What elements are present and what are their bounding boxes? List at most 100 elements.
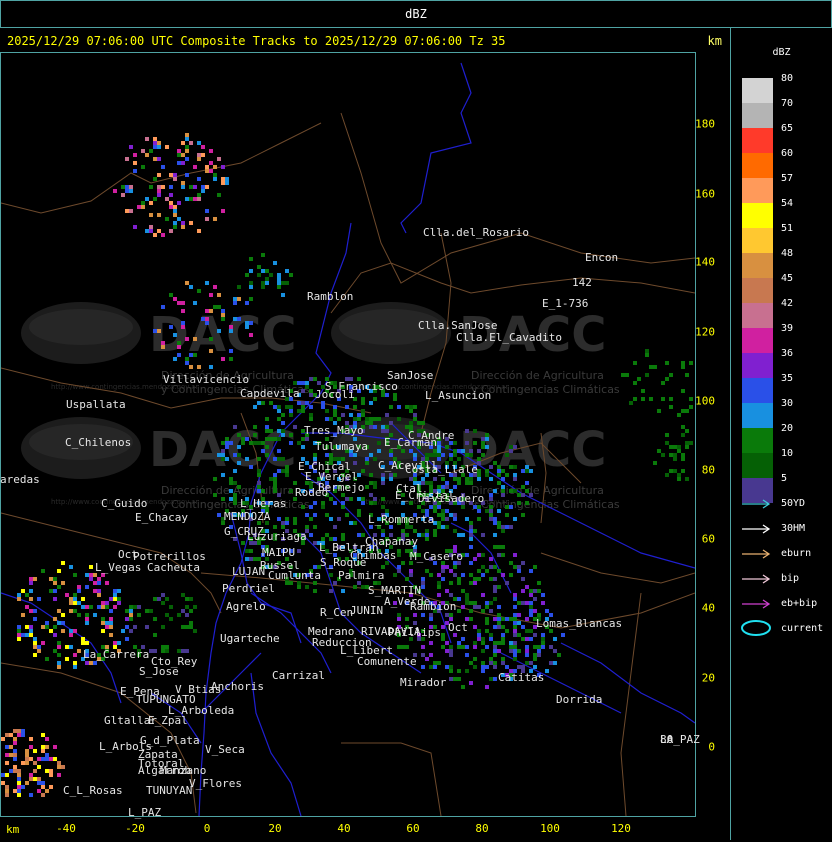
echo-pixel <box>529 605 533 609</box>
echo-pixel <box>293 521 297 525</box>
echo-pixel <box>129 185 133 189</box>
echo-pixel <box>517 569 521 573</box>
echo-pixel <box>625 373 629 377</box>
scale-swatch <box>742 78 773 103</box>
place-label: LUJAN <box>232 565 266 578</box>
echo-pixel <box>481 533 485 537</box>
echo-pixel <box>449 613 453 617</box>
echo-pixel <box>189 221 193 225</box>
echo-pixel <box>129 209 133 213</box>
echo-pixel <box>253 405 257 409</box>
echo-pixel <box>85 605 89 609</box>
echo-pixel <box>373 481 377 485</box>
echo-pixel <box>477 449 481 453</box>
echo-pixel <box>213 217 217 221</box>
echo-pixel <box>445 525 449 529</box>
echo-pixel <box>485 601 489 605</box>
echo-pixel <box>33 749 37 753</box>
echo-pixel <box>13 749 17 753</box>
echo-pixel <box>325 513 329 517</box>
place-label: E_1-736 <box>542 297 589 310</box>
echo-pixel <box>29 589 33 593</box>
echo-pixel <box>41 641 45 645</box>
echo-pixel <box>89 577 93 581</box>
echo-pixel <box>369 481 373 485</box>
echo-pixel <box>5 753 9 757</box>
echo-pixel <box>489 513 493 517</box>
echo-pixel <box>261 441 265 445</box>
echo-pixel <box>521 637 525 641</box>
place-label: Mirador <box>400 676 447 689</box>
track-legend-label: 30HM <box>781 523 806 534</box>
echo-pixel <box>381 425 385 429</box>
echo-pixel <box>641 389 645 393</box>
echo-pixel <box>165 145 169 149</box>
echo-pixel <box>513 605 517 609</box>
place-label: Tres_Mayo <box>304 424 364 437</box>
echo-pixel <box>437 585 441 589</box>
echo-pixel <box>169 325 173 329</box>
echo-pixel <box>41 757 45 761</box>
echo-pixel <box>525 653 529 657</box>
place-label: R_Cen <box>320 606 354 619</box>
place-label: Rambion <box>410 600 457 613</box>
echo-pixel <box>261 401 265 405</box>
echo-pixel <box>29 629 33 633</box>
echo-pixel <box>29 633 33 637</box>
scale-swatch <box>742 428 773 453</box>
echo-pixel <box>9 745 13 749</box>
echo-pixel <box>441 625 445 629</box>
legend-panel: dBZ 80 70 65 60 57 54 51 48 45 42 39 36 35 30 20 10 5 50… <box>730 28 832 840</box>
place-label: S_Jose <box>139 665 179 678</box>
echo-pixel <box>461 605 465 609</box>
echo-pixel <box>17 769 21 773</box>
echo-pixel <box>669 445 673 449</box>
echo-pixel <box>129 605 133 609</box>
echo-pixel <box>265 277 269 281</box>
echo-pixel <box>113 589 117 593</box>
echo-pixel <box>45 753 49 757</box>
echo-pixel <box>297 549 301 553</box>
scale-swatch <box>742 453 773 478</box>
echo-pixel <box>273 457 277 461</box>
echo-pixel <box>93 613 97 617</box>
echo-pixel <box>513 625 517 629</box>
echo-pixel <box>157 145 161 149</box>
echo-pixel <box>501 485 505 489</box>
echo-pixel <box>501 661 505 665</box>
echo-pixel <box>305 437 309 441</box>
scale-label: 48 <box>781 248 794 259</box>
echo-pixel <box>85 621 89 625</box>
echo-pixel <box>397 549 401 553</box>
echo-pixel <box>133 625 137 629</box>
place-label: L_PAZ <box>128 806 162 819</box>
echo-pixel <box>61 629 65 633</box>
echo-pixel <box>241 437 245 441</box>
track-arrow-icon <box>742 599 771 609</box>
echo-pixel <box>493 517 497 521</box>
echo-pixel <box>205 209 209 213</box>
echo-pixel <box>41 793 45 797</box>
echo-pixel <box>257 457 261 461</box>
echo-pixel <box>65 645 69 649</box>
echo-pixel <box>233 497 237 501</box>
echo-pixel <box>153 197 157 201</box>
echo-pixel <box>441 453 445 457</box>
echo-pixel <box>221 209 225 213</box>
echo-pixel <box>25 757 29 761</box>
echo-pixel <box>185 597 189 601</box>
echo-pixel <box>373 497 377 501</box>
echo-pixel <box>265 429 269 433</box>
echo-pixel <box>421 653 425 657</box>
echo-pixel <box>497 613 501 617</box>
echo-pixel <box>513 489 517 493</box>
echo-pixel <box>361 413 365 417</box>
echo-pixel <box>481 669 485 673</box>
echo-pixel <box>181 153 185 157</box>
echo-pixel <box>349 497 353 501</box>
echo-pixel <box>489 477 493 481</box>
echo-pixel <box>37 597 41 601</box>
echo-pixel <box>501 477 505 481</box>
echo-pixel <box>269 437 273 441</box>
echo-pixel <box>221 457 225 461</box>
